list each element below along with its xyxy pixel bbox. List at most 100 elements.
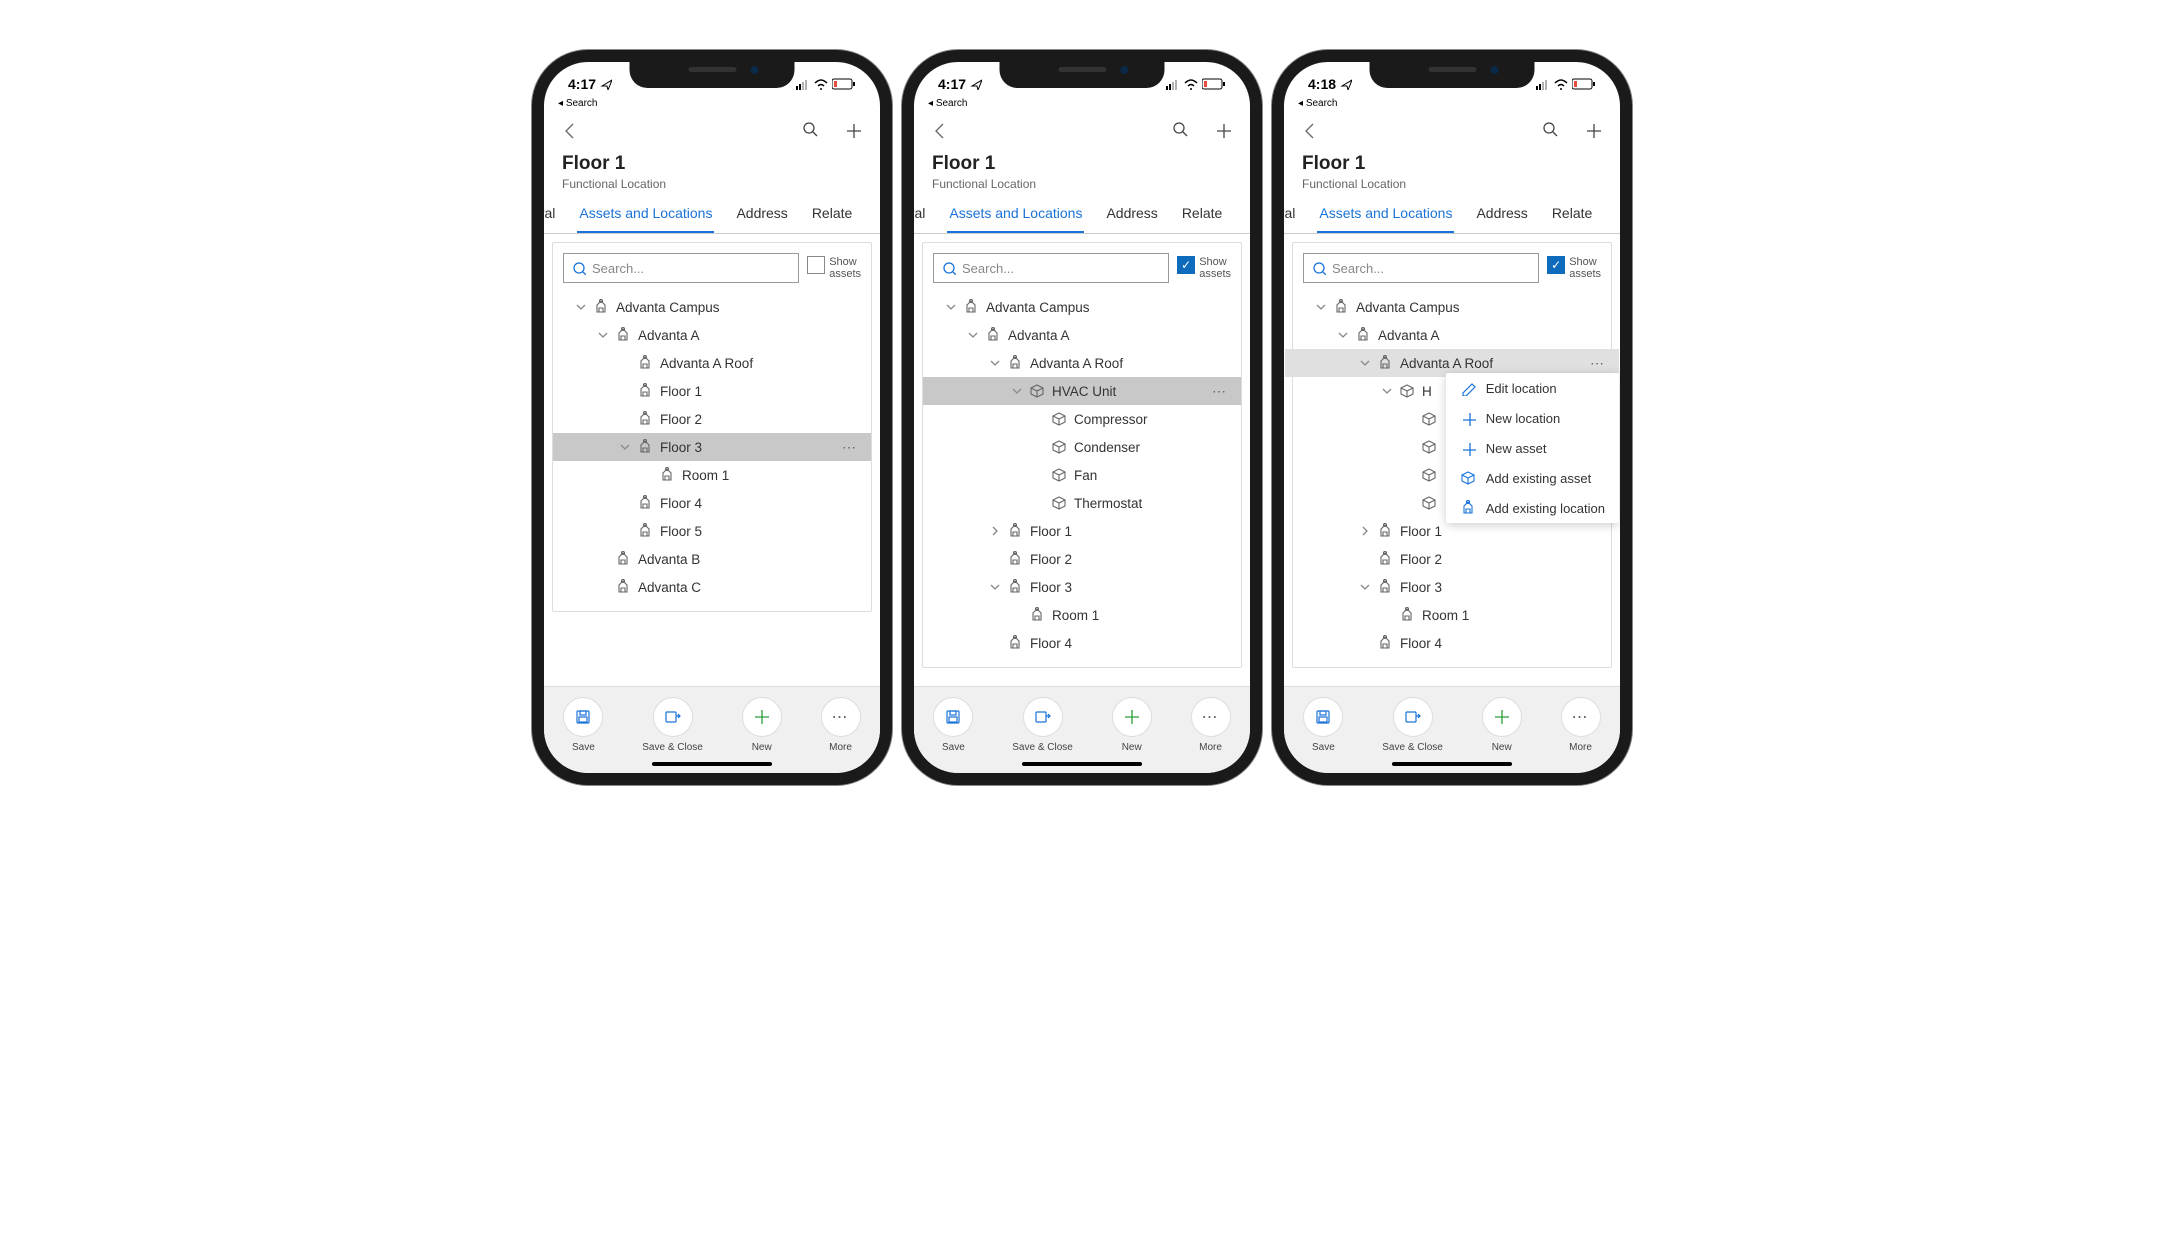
tab-address[interactable]: Address [1104,197,1159,233]
tree-node[interactable]: Advanta A Roof [553,349,871,377]
home-indicator[interactable] [1022,762,1142,766]
tree-node[interactable]: Advanta A [923,321,1241,349]
save-button[interactable]: Save [933,697,973,753]
add-button[interactable] [1214,121,1234,141]
tree-node[interactable]: Floor 4 [923,629,1241,657]
tree-node[interactable]: Floor 2 [553,405,871,433]
tab-assets-locations[interactable]: Assets and Locations [577,197,714,233]
tree-node[interactable]: Floor 1 [553,377,871,405]
new-button[interactable]: New [742,697,782,753]
tab-general[interactable]: eral [544,197,557,233]
search-button[interactable] [1542,121,1560,141]
menu-new-asset[interactable]: New asset [1446,433,1619,463]
tabs: eral Assets and Locations Address Relate [914,197,1250,234]
tree-node[interactable]: Floor 2 [923,545,1241,573]
more-button[interactable]: ⋯More [821,697,861,753]
tree-node[interactable]: Advanta B [553,545,871,573]
search-button[interactable] [1172,121,1190,141]
signal-icon [1166,78,1180,90]
tree-node[interactable]: Advanta A [553,321,871,349]
menu-edit-location[interactable]: Edit location [1446,373,1619,403]
tree-node[interactable]: Condenser [923,433,1241,461]
search-input[interactable]: Search... [933,253,1169,283]
tab-address[interactable]: Address [734,197,789,233]
menu-new-location[interactable]: New location [1446,403,1619,433]
tree-node[interactable]: Room 1 [553,461,871,489]
tree-node[interactable]: Floor 4 [553,489,871,517]
tree-node[interactable]: Advanta Campus [1293,293,1611,321]
back-to-search[interactable]: ◂ Search [544,98,880,111]
battery-icon [1572,77,1596,91]
signal-icon [796,78,810,90]
context-menu: Edit location New location New asset Add… [1446,373,1619,523]
back-to-search[interactable]: ◂ Search [914,98,1250,111]
save-button[interactable]: Save [563,697,603,753]
search-input[interactable]: Search... [1303,253,1539,283]
signal-icon [1536,78,1550,90]
more-button[interactable]: ⋯More [1191,697,1231,753]
show-assets-checkbox[interactable] [807,256,825,274]
tab-assets-locations[interactable]: Assets and Locations [1317,197,1454,233]
show-assets-checkbox[interactable]: ✓ [1177,256,1195,274]
search-input[interactable]: Search... [563,253,799,283]
tab-assets-locations[interactable]: Assets and Locations [947,197,1084,233]
tree-node[interactable]: Floor 1 [923,517,1241,545]
save-close-button[interactable]: Save & Close [642,697,703,753]
tab-related[interactable]: Relate [1180,197,1224,233]
add-button[interactable] [844,121,864,141]
page-subtitle: Functional Location [1302,177,1602,191]
show-assets-checkbox[interactable]: ✓ [1547,256,1565,274]
save-close-button[interactable]: Save & Close [1382,697,1443,753]
phone-1: 4:17 ◂ Search Floor 1 Functional Locatio… [532,50,892,1200]
tabs: eral Assets and Locations Address Relate [1284,197,1620,234]
tree-node-selected[interactable]: Floor 3⋯ [553,433,871,461]
tree-node[interactable]: Room 1 [923,601,1241,629]
tree-node[interactable]: Advanta C [553,573,871,601]
bottom-toolbar: Save Save & Close New ⋯More [1284,686,1620,773]
back-button[interactable] [1300,120,1320,142]
tree-node[interactable]: Compressor [923,405,1241,433]
tree-node[interactable]: Advanta Campus [923,293,1241,321]
tree-node[interactable]: Floor 3 [1293,573,1611,601]
location-tree: Advanta Campus Advanta A Advanta A Roof … [923,289,1241,667]
save-button[interactable]: Save [1303,697,1343,753]
page-header: Floor 1 Functional Location [1284,151,1620,197]
menu-add-existing-location[interactable]: Add existing location [1446,493,1619,523]
tab-address[interactable]: Address [1474,197,1529,233]
tab-related[interactable]: Relate [1550,197,1594,233]
new-button[interactable]: New [1112,697,1152,753]
menu-add-existing-asset[interactable]: Add existing asset [1446,463,1619,493]
tree-node[interactable]: Advanta A Roof [923,349,1241,377]
bottom-toolbar: Save Save & Close New ⋯More [914,686,1250,773]
new-button[interactable]: New [1482,697,1522,753]
save-close-button[interactable]: Save & Close [1012,697,1073,753]
tree-node[interactable]: Advanta A [1293,321,1611,349]
page-subtitle: Functional Location [932,177,1232,191]
tree-node[interactable]: Floor 3 [923,573,1241,601]
page-title: Floor 1 [1302,153,1602,175]
back-button[interactable] [930,120,950,142]
back-button[interactable] [560,120,580,142]
tree-node[interactable]: Floor 5 [553,517,871,545]
tabs: eral Assets and Locations Address Relate [544,197,880,234]
row-more-button[interactable]: ⋯ [1590,355,1611,372]
tree-node[interactable]: Advanta Campus [553,293,871,321]
search-button[interactable] [802,121,820,141]
row-more-button[interactable]: ⋯ [842,439,863,456]
tab-related[interactable]: Relate [810,197,854,233]
tree-node[interactable]: Floor 4 [1293,629,1611,657]
tree-node[interactable]: Fan [923,461,1241,489]
row-more-button[interactable]: ⋯ [1212,383,1233,400]
tree-node[interactable]: Floor 2 [1293,545,1611,573]
more-button[interactable]: ⋯More [1561,697,1601,753]
tree-node[interactable]: Room 1 [1293,601,1611,629]
tab-general[interactable]: eral [914,197,927,233]
tree-node-selected[interactable]: HVAC Unit⋯ [923,377,1241,405]
home-indicator[interactable] [1392,762,1512,766]
location-arrow-icon [1340,78,1352,90]
tab-general[interactable]: eral [1284,197,1297,233]
back-to-search[interactable]: ◂ Search [1284,98,1620,111]
add-button[interactable] [1584,121,1604,141]
home-indicator[interactable] [652,762,772,766]
tree-node[interactable]: Thermostat [923,489,1241,517]
